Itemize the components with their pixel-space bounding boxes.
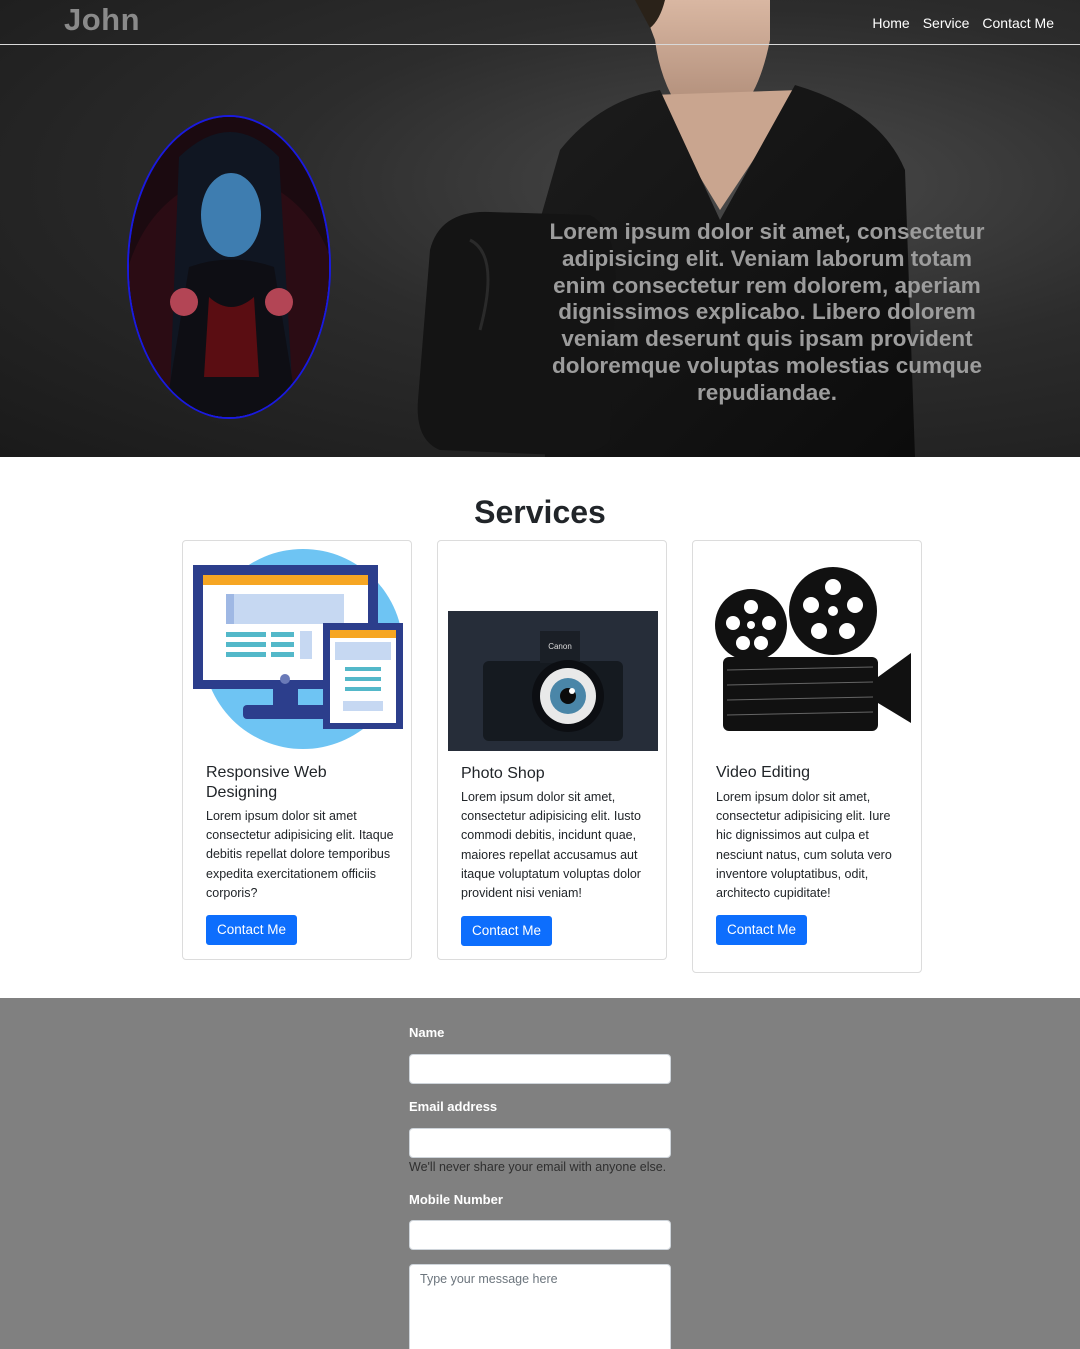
services-heading: Services — [474, 494, 606, 530]
brand-logo[interactable]: John — [64, 2, 140, 38]
hero-tagline: Lorem ipsum dolor sit amet, consectetur … — [549, 219, 985, 405]
card-title-web: Responsive Web Designing — [206, 764, 327, 801]
film-camera-icon — [715, 567, 911, 731]
contact-me-button-video[interactable]: Contact Me — [716, 915, 808, 945]
card-text-web: Lorem ipsum dolor sit amet consectetur a… — [206, 809, 394, 900]
hero-section: John Home Service Contact Me Lorem ipsum… — [0, 0, 1080, 457]
svg-text:Canon: Canon — [548, 642, 572, 651]
contact-me-button-photoshop[interactable]: Contact Me — [461, 916, 553, 946]
message-textarea[interactable] — [409, 1264, 671, 1349]
nav-link-contact[interactable]: Contact Me — [982, 15, 1054, 31]
contact-form: Name Email address We'll never share you… — [0, 998, 1080, 1349]
name-label: Name — [409, 1025, 445, 1040]
email-help-text: We'll never share your email with anyone… — [409, 1160, 667, 1174]
email-input[interactable] — [409, 1128, 671, 1158]
card-title-video: Video Editing — [716, 764, 810, 781]
hooded-man-image — [129, 117, 329, 417]
camera-eye-image: Canon — [448, 611, 658, 751]
nav-links: Home Service Contact Me — [872, 15, 1054, 31]
contact-me-button-web[interactable]: Contact Me — [206, 915, 298, 945]
mobile-label: Mobile Number — [409, 1192, 503, 1207]
service-card-photoshop: Canon Photo Shop Lorem ipsum dolor sit a… — [437, 540, 667, 960]
card-title-photoshop: Photo Shop — [461, 765, 545, 782]
nav-link-service[interactable]: Service — [923, 15, 970, 31]
card-text-video: Lorem ipsum dolor sit amet, consectetur … — [716, 790, 892, 901]
responsive-devices-icon — [193, 549, 403, 749]
service-card-web: Responsive Web Designing Lorem ipsum dol… — [182, 540, 412, 960]
name-input[interactable] — [409, 1054, 671, 1084]
mobile-input[interactable] — [409, 1220, 671, 1250]
card-text-photoshop: Lorem ipsum dolor sit amet, consectetur … — [461, 790, 641, 901]
nav-link-home[interactable]: Home — [872, 15, 909, 31]
email-label: Email address — [409, 1099, 498, 1114]
service-card-video: Video Editing Lorem ipsum dolor sit amet… — [692, 540, 922, 973]
navbar: John Home Service Contact Me — [0, 0, 1080, 45]
profile-avatar — [127, 115, 331, 419]
